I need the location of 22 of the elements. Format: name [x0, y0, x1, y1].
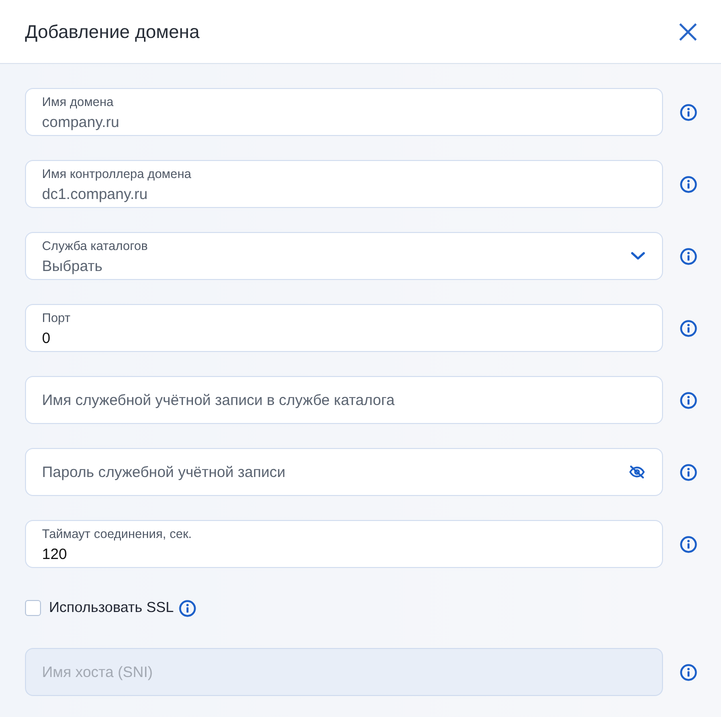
- info-icon[interactable]: [178, 600, 196, 616]
- field-label: Таймаут соединения, сек.: [42, 527, 192, 542]
- checkbox-label: Использовать SSL: [49, 600, 174, 616]
- field-label: Порт: [42, 311, 70, 326]
- info-icon[interactable]: [680, 320, 697, 336]
- password-field[interactable]: Пароль служебной учётной записи: [25, 448, 663, 496]
- info-icon[interactable]: [680, 176, 697, 192]
- eye-slash-icon[interactable]: [629, 466, 645, 478]
- dialog-title: Добавление домена: [25, 20, 200, 42]
- field-label: Имя домена: [42, 95, 114, 110]
- checkbox[interactable]: [25, 600, 41, 616]
- info-icon[interactable]: [680, 248, 697, 264]
- info-icon[interactable]: [680, 392, 697, 408]
- close-icon[interactable]: [679, 22, 697, 40]
- info-icon[interactable]: [680, 536, 697, 552]
- info-icon[interactable]: [680, 664, 697, 680]
- info-icon[interactable]: [680, 104, 697, 120]
- info-icon[interactable]: [680, 464, 697, 480]
- field-label: Имя контроллера домена: [42, 167, 192, 182]
- text-field[interactable]: Имя служебной учётной записи в службе каталога: [25, 376, 663, 424]
- field-label: Служба каталогов: [42, 239, 148, 254]
- chevron-down-icon: [631, 252, 645, 260]
